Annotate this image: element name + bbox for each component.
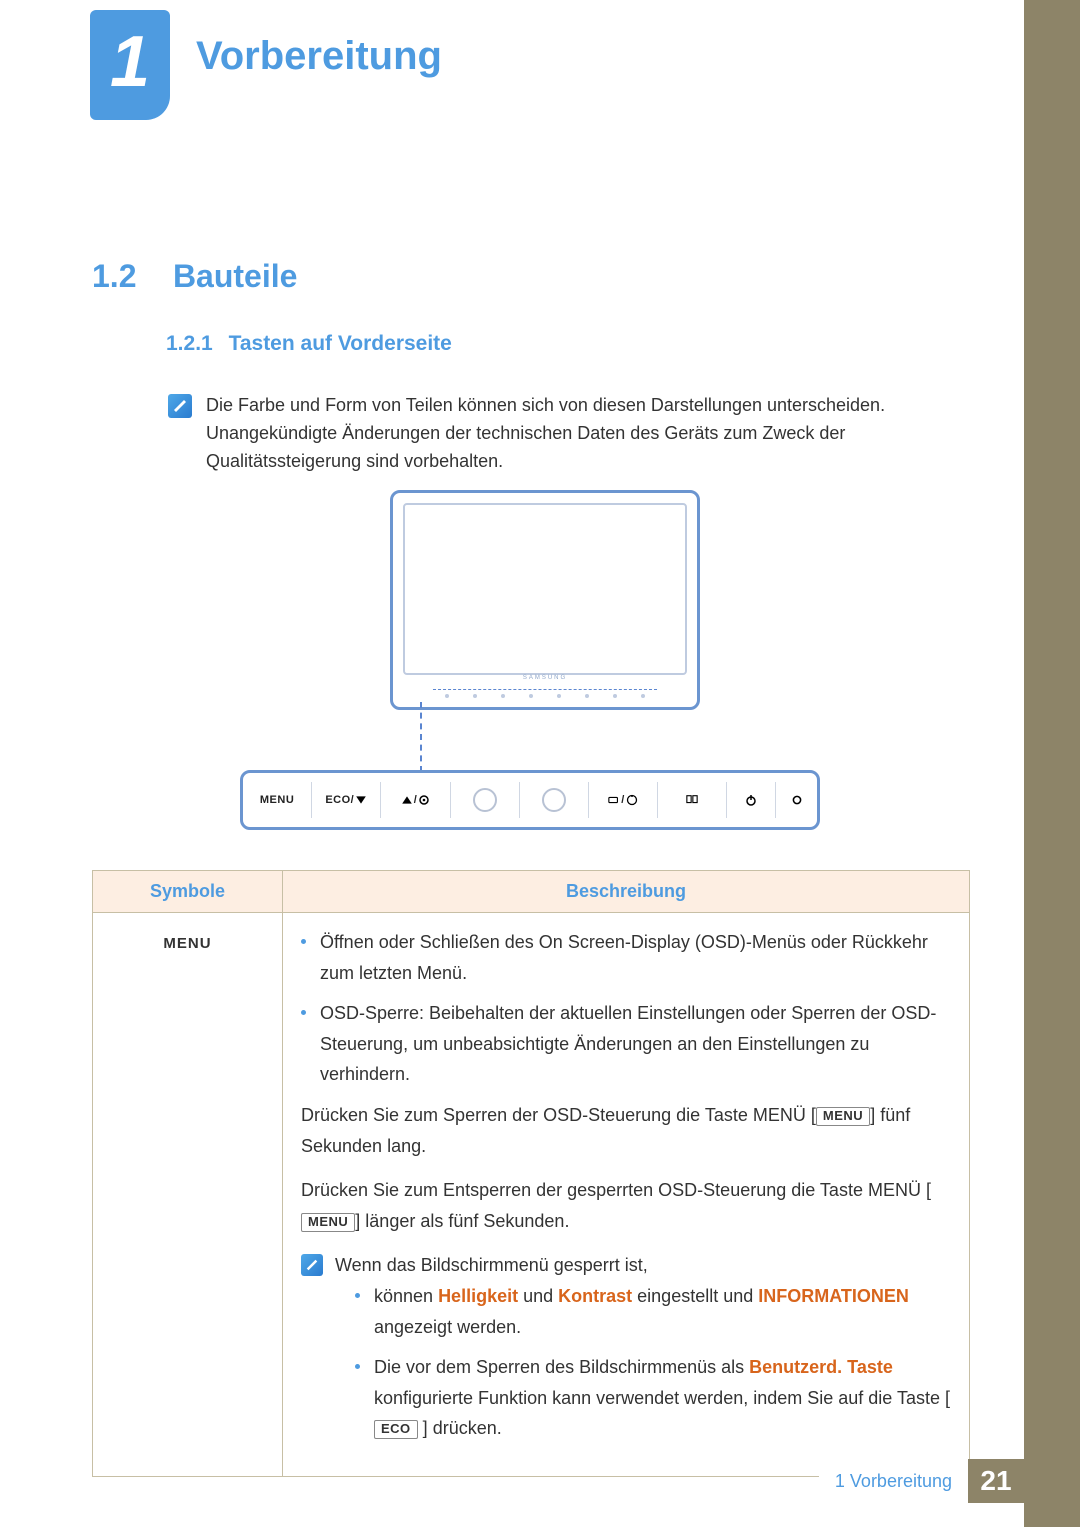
panel-circle-1 xyxy=(451,782,520,818)
monitor-screen xyxy=(403,503,687,675)
enter-icon xyxy=(418,794,430,806)
bullet-icon xyxy=(301,1010,306,1015)
desc-cell-menu: Öffnen oder Schließen des On Screen-Disp… xyxy=(283,913,970,1477)
panel-pip-icon xyxy=(658,782,727,818)
inline-note-bullet-2: Die vor dem Sperren des Bildschirmmenüs … xyxy=(374,1352,951,1444)
triangle-up-icon xyxy=(401,794,413,806)
menu-key-icon: MENU xyxy=(301,1213,355,1232)
panel-eco-label: ECO/ xyxy=(312,782,381,818)
inline-note-bullet-1: können Helligkeit und Kontrast eingestel… xyxy=(374,1281,951,1342)
desc-bullet-2: OSD-Sperre: Beibehalten der aktuellen Ei… xyxy=(320,998,951,1090)
bullet-icon xyxy=(301,939,306,944)
note-icon xyxy=(301,1254,323,1276)
monitor-diagram: SAMSUNG MENU ECO/ / / xyxy=(240,480,840,860)
panel-led-icon xyxy=(776,782,817,818)
side-accent-bar xyxy=(1024,0,1080,1527)
section-title: Bauteile xyxy=(173,258,297,295)
symbols-table: Symbole Beschreibung MENU Öffnen oder Sc… xyxy=(92,870,970,1477)
note-text: Die Farbe und Form von Teilen können sic… xyxy=(206,392,946,476)
menu-key-icon: MENU xyxy=(816,1107,870,1126)
panel-up-enter-icon: / xyxy=(381,782,450,818)
triangle-down-icon xyxy=(355,794,367,806)
table-row: MENU Öffnen oder Schließen des On Screen… xyxy=(93,913,970,1477)
eco-key-icon: ECO xyxy=(374,1420,418,1439)
monitor-brand-label: SAMSUNG xyxy=(523,675,567,681)
inline-note: Wenn das Bildschirmmenü gesperrt ist, kö… xyxy=(301,1250,951,1454)
desc-para-2: Drücken Sie zum Entsperren der gesperrte… xyxy=(301,1175,951,1236)
chapter-number-badge: 1 xyxy=(90,10,170,120)
subsection-title: Tasten auf Vorderseite xyxy=(229,332,452,355)
inline-note-intro: Wenn das Bildschirmmenü gesperrt ist, xyxy=(335,1250,951,1281)
subsection-number: 1.2.1 xyxy=(166,332,213,355)
table-header-desc: Beschreibung xyxy=(283,871,970,913)
button-panel: MENU ECO/ / / xyxy=(240,770,820,830)
panel-source-auto-icon: / xyxy=(589,782,658,818)
bullet-icon xyxy=(355,1293,360,1298)
desc-bullet-1: Öffnen oder Schließen des On Screen-Disp… xyxy=(320,927,951,988)
footer-page-number: 21 xyxy=(968,1459,1024,1503)
footer-chapter-label: 1 Vorbereitung xyxy=(819,1459,968,1503)
pip-icon xyxy=(686,794,698,806)
subsection-heading: 1.2.1 Tasten auf Vorderseite xyxy=(166,332,452,356)
panel-menu-label: MENU xyxy=(243,782,312,818)
source-icon xyxy=(608,794,620,806)
page-footer: 1 Vorbereitung 21 xyxy=(819,1459,1024,1503)
bullet-icon xyxy=(355,1364,360,1369)
power-icon xyxy=(745,794,757,806)
callout-line xyxy=(420,702,422,772)
section-number: 1.2 xyxy=(92,258,136,295)
panel-power-icon xyxy=(727,782,776,818)
led-icon xyxy=(791,794,803,806)
table-header-symbol: Symbole xyxy=(93,871,283,913)
monitor-outline: SAMSUNG xyxy=(390,490,700,710)
chapter-title: Vorbereitung xyxy=(196,34,442,79)
section-heading: 1.2 Bauteile xyxy=(92,258,297,295)
symbol-cell-menu: MENU xyxy=(93,913,283,1477)
monitor-front-buttons xyxy=(433,689,657,701)
auto-icon xyxy=(626,794,638,806)
note-icon xyxy=(168,394,192,418)
desc-para-1: Drücken Sie zum Sperren der OSD-Steuerun… xyxy=(301,1100,951,1161)
panel-circle-2 xyxy=(520,782,589,818)
